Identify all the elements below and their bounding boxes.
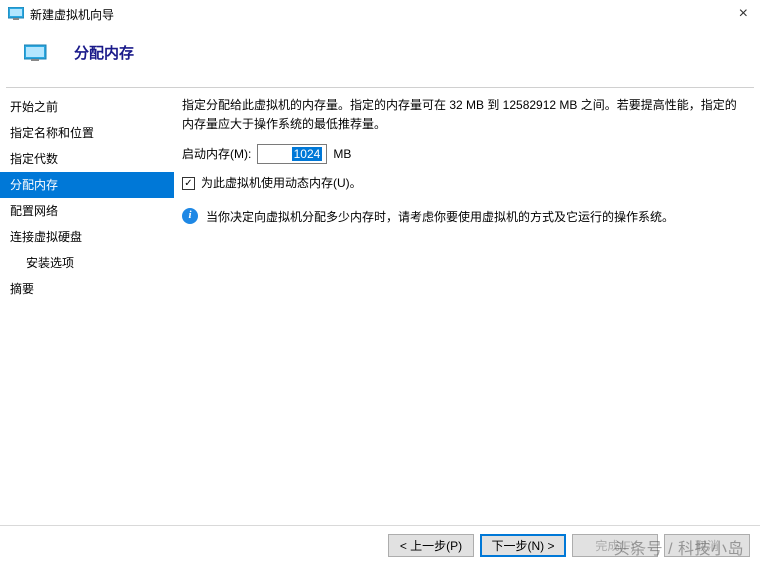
sidebar-item-generation[interactable]: 指定代数 xyxy=(0,146,174,172)
memory-description: 指定分配给此虚拟机的内存量。指定的内存量可在 32 MB 到 12582912 … xyxy=(182,96,748,134)
info-text: 当你决定向虚拟机分配多少内存时，请考虑你要使用虚拟机的方式及它运行的操作系统。 xyxy=(206,208,674,227)
main-panel: 指定分配给此虚拟机的内存量。指定的内存量可在 32 MB 到 12582912 … xyxy=(174,88,760,504)
wizard-steps-sidebar: 开始之前 指定名称和位置 指定代数 分配内存 配置网络 连接虚拟硬盘 安装选项 … xyxy=(0,88,174,504)
next-button[interactable]: 下一步(N) > xyxy=(480,534,566,557)
info-icon: i xyxy=(182,208,198,224)
titlebar: 新建虚拟机向导 × xyxy=(0,0,760,28)
sidebar-item-configure-network[interactable]: 配置网络 xyxy=(0,198,174,224)
dynamic-memory-checkbox[interactable]: ✓ xyxy=(182,177,195,190)
dynamic-memory-label: 为此虚拟机使用动态内存(U)。 xyxy=(201,174,362,193)
close-icon[interactable]: × xyxy=(735,5,752,23)
cancel-button[interactable]: 取消 xyxy=(664,534,750,557)
sidebar-item-before-begin[interactable]: 开始之前 xyxy=(0,94,174,120)
content-area: 开始之前 指定名称和位置 指定代数 分配内存 配置网络 连接虚拟硬盘 安装选项 … xyxy=(0,88,760,504)
app-icon xyxy=(8,6,24,22)
info-row: i 当你决定向虚拟机分配多少内存时，请考虑你要使用虚拟机的方式及它运行的操作系统… xyxy=(182,208,748,227)
finish-button[interactable]: 完成(F) xyxy=(572,534,658,557)
startup-memory-label: 启动内存(M): xyxy=(182,145,251,164)
window-title: 新建虚拟机向导 xyxy=(30,6,114,23)
dynamic-memory-row: ✓ 为此虚拟机使用动态内存(U)。 xyxy=(182,174,748,193)
memory-unit: MB xyxy=(333,145,351,164)
sidebar-item-name-location[interactable]: 指定名称和位置 xyxy=(0,120,174,146)
wizard-header: 分配内存 xyxy=(0,28,760,87)
previous-button[interactable]: < 上一步(P) xyxy=(388,534,474,557)
wizard-icon xyxy=(24,43,48,63)
sidebar-item-install-options[interactable]: 安装选项 xyxy=(0,250,174,276)
sidebar-item-connect-vhd[interactable]: 连接虚拟硬盘 xyxy=(0,224,174,250)
sidebar-item-summary[interactable]: 摘要 xyxy=(0,276,174,302)
startup-memory-input[interactable]: 1024 xyxy=(257,144,327,164)
startup-memory-row: 启动内存(M): 1024 MB xyxy=(182,144,748,164)
wizard-footer: < 上一步(P) 下一步(N) > 完成(F) 取消 xyxy=(0,525,760,565)
sidebar-item-assign-memory[interactable]: 分配内存 xyxy=(0,172,174,198)
page-title: 分配内存 xyxy=(74,42,134,63)
